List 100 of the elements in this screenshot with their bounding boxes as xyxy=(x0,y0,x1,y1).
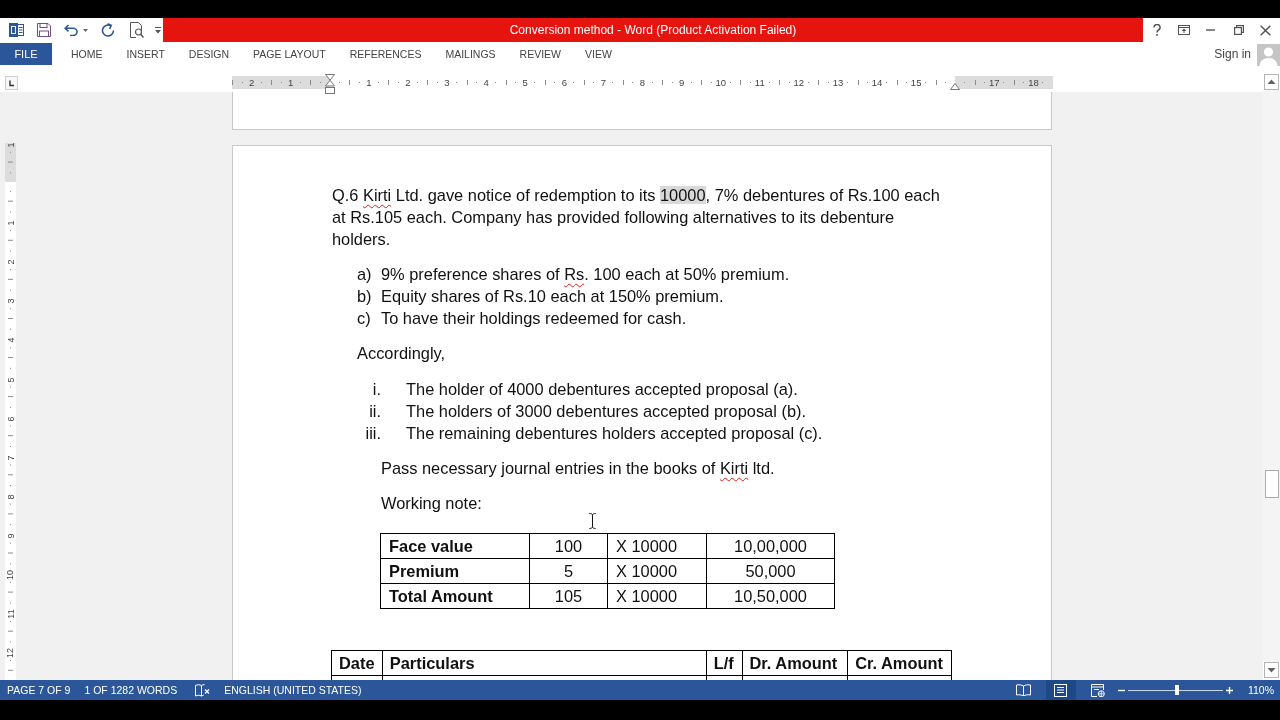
table-cell: X 10000 xyxy=(607,533,707,559)
plus-icon[interactable] xyxy=(1225,686,1233,694)
table-cell: Total Amount xyxy=(380,583,530,609)
ruler-number: 6 xyxy=(561,77,567,88)
ribbon-tab[interactable]: INSERT xyxy=(114,42,177,66)
table-cell: 10,00,000 xyxy=(706,533,835,559)
open-book-icon xyxy=(1016,684,1032,696)
list-item-text: The remaining debentures holders accepted proposal (c). xyxy=(406,423,823,444)
file-tab[interactable]: FILE xyxy=(0,43,52,65)
repeat-icon[interactable] xyxy=(101,23,115,37)
ribbon-tab[interactable]: PAGE LAYOUT xyxy=(241,42,338,66)
tab-stop-icon[interactable] xyxy=(5,76,18,90)
ruler-number: 8 xyxy=(5,494,16,500)
book-icon[interactable] xyxy=(195,683,211,697)
ruler-number: 2 xyxy=(405,77,411,88)
ribbon-tab[interactable]: REVIEW xyxy=(507,42,573,66)
ruler-number: 1 xyxy=(288,77,294,88)
print-preview-icon[interactable] xyxy=(130,22,144,38)
document-icon[interactable] xyxy=(9,23,24,37)
table-cell: 100 xyxy=(529,533,608,559)
zoom-level[interactable]: 110% xyxy=(1247,684,1274,696)
ribbon-tab[interactable]: VIEW xyxy=(573,42,624,66)
list-item-text: Equity shares of Rs.10 each at 150% premium. xyxy=(381,286,724,307)
zoom-slider-thumb[interactable] xyxy=(1175,685,1180,695)
scroll-down-icon[interactable] xyxy=(1264,662,1279,678)
list-label: a) xyxy=(357,264,373,285)
question-text: Q.6 Kirti Ltd. gave notice of redemption to its 10000, 7% debentures of Rs.100 each at Rs.105 each. Company has provided following alternatives to its debenture holders. xyxy=(332,185,941,250)
text-cursor-icon xyxy=(589,513,596,529)
body-text: Accordingly, xyxy=(357,343,447,364)
table-cell: 10,50,000 xyxy=(706,583,835,609)
table-cell: Premium xyxy=(380,558,530,584)
customize-caret-icon[interactable] xyxy=(155,26,161,34)
scrollbar-thumb[interactable] xyxy=(1264,470,1279,498)
list-label: i. xyxy=(371,379,381,400)
close-icon[interactable] xyxy=(1260,24,1271,36)
column-header: Date xyxy=(331,650,383,676)
save-icon[interactable] xyxy=(37,23,51,37)
page-count[interactable]: PAGE 7 OF 9 xyxy=(7,684,71,696)
ruler-number: 3 xyxy=(444,77,450,88)
ruler-number: 12 xyxy=(5,648,16,659)
column-header: Dr. Amount xyxy=(742,650,848,676)
indent-marker-icon[interactable] xyxy=(324,74,335,94)
ruler-number: 5 xyxy=(5,377,16,383)
ruler-number: 1 xyxy=(366,77,372,88)
list-item-text: To have their holdings redeemed for cash. xyxy=(381,308,687,329)
ruler-number: 17 xyxy=(989,77,1000,88)
table-cell: 105 xyxy=(529,583,608,609)
ruler-number: 4 xyxy=(483,77,489,88)
dropdown-caret-icon[interactable] xyxy=(83,28,88,32)
instruction-text: Pass necessary journal entries in the books of Kirti ltd. xyxy=(381,458,776,479)
ruler-number: 1 xyxy=(5,142,16,148)
ruler-number: 7 xyxy=(600,77,607,88)
ruler-number: 10 xyxy=(715,77,726,88)
restore-icon[interactable] xyxy=(1234,25,1244,35)
ribbon-tab[interactable]: REFERENCES xyxy=(337,42,434,66)
ruler-number: 13 xyxy=(832,77,844,88)
ruler-number: 15 xyxy=(910,77,922,88)
ruler-number: 12 xyxy=(793,77,805,88)
ruler-number: 4 xyxy=(5,337,16,343)
ruler-number: 7 xyxy=(5,455,16,461)
ribbon-tab[interactable]: MAILINGS xyxy=(433,42,508,66)
scroll-up-icon[interactable] xyxy=(1264,74,1279,90)
list-label: iii. xyxy=(364,423,381,444)
horizontal-ruler[interactable]: 2 1 1 2 3 4 5 6 7 8 9 10 11 12 13 14 15 17 18 xyxy=(232,76,1053,89)
page-icon xyxy=(1054,683,1068,697)
ruler-number: 1 xyxy=(5,220,16,226)
zoom-slider[interactable] xyxy=(1127,684,1223,696)
ruler-number: 5 xyxy=(522,77,528,88)
table-cell: 50,000 xyxy=(706,558,835,584)
ribbon-display-icon[interactable] xyxy=(1178,25,1190,35)
list-item-text: 9% preference shares of Rs. 100 each at 50% premium. xyxy=(381,264,790,285)
undo-icon[interactable] xyxy=(64,24,78,36)
list-label: ii. xyxy=(368,401,381,422)
help-icon[interactable] xyxy=(1153,24,1161,36)
indent-marker-icon[interactable] xyxy=(950,83,961,90)
language-indicator[interactable]: ENGLISH (UNITED STATES) xyxy=(224,684,362,696)
table-cell: X 10000 xyxy=(607,583,707,609)
ruler-number: 2 xyxy=(5,259,16,265)
vertical-scrollbar[interactable] xyxy=(1263,90,1280,662)
column-header: Cr. Amount xyxy=(847,650,952,676)
ruler-number: 14 xyxy=(871,77,883,88)
list-label: c) xyxy=(357,308,372,329)
ribbon-tab[interactable]: HOME xyxy=(59,42,115,66)
ruler-number: 11 xyxy=(5,609,16,619)
ruler-number: 8 xyxy=(639,77,646,88)
sign-in-link[interactable]: Sign in xyxy=(1214,47,1251,61)
list-label: b) xyxy=(357,286,373,307)
ruler-number: 10 xyxy=(5,570,16,581)
ruler-number: 2 xyxy=(248,77,255,88)
ruler-number: 9 xyxy=(5,533,16,539)
ruler-number: 9 xyxy=(678,77,685,88)
window-title: Conversion method - Word (Product Activation Failed) xyxy=(509,23,797,37)
column-header: L/f xyxy=(706,650,742,676)
view-button[interactable] xyxy=(1045,680,1076,700)
table-cell: 5 xyxy=(529,558,608,584)
word-count[interactable]: 1 OF 1282 WORDS xyxy=(84,684,178,696)
web-page-icon xyxy=(1090,683,1105,697)
table-cell: Face value xyxy=(380,533,530,559)
ribbon-tab[interactable]: DESIGN xyxy=(176,42,242,66)
body-text: Working note: xyxy=(381,493,483,514)
